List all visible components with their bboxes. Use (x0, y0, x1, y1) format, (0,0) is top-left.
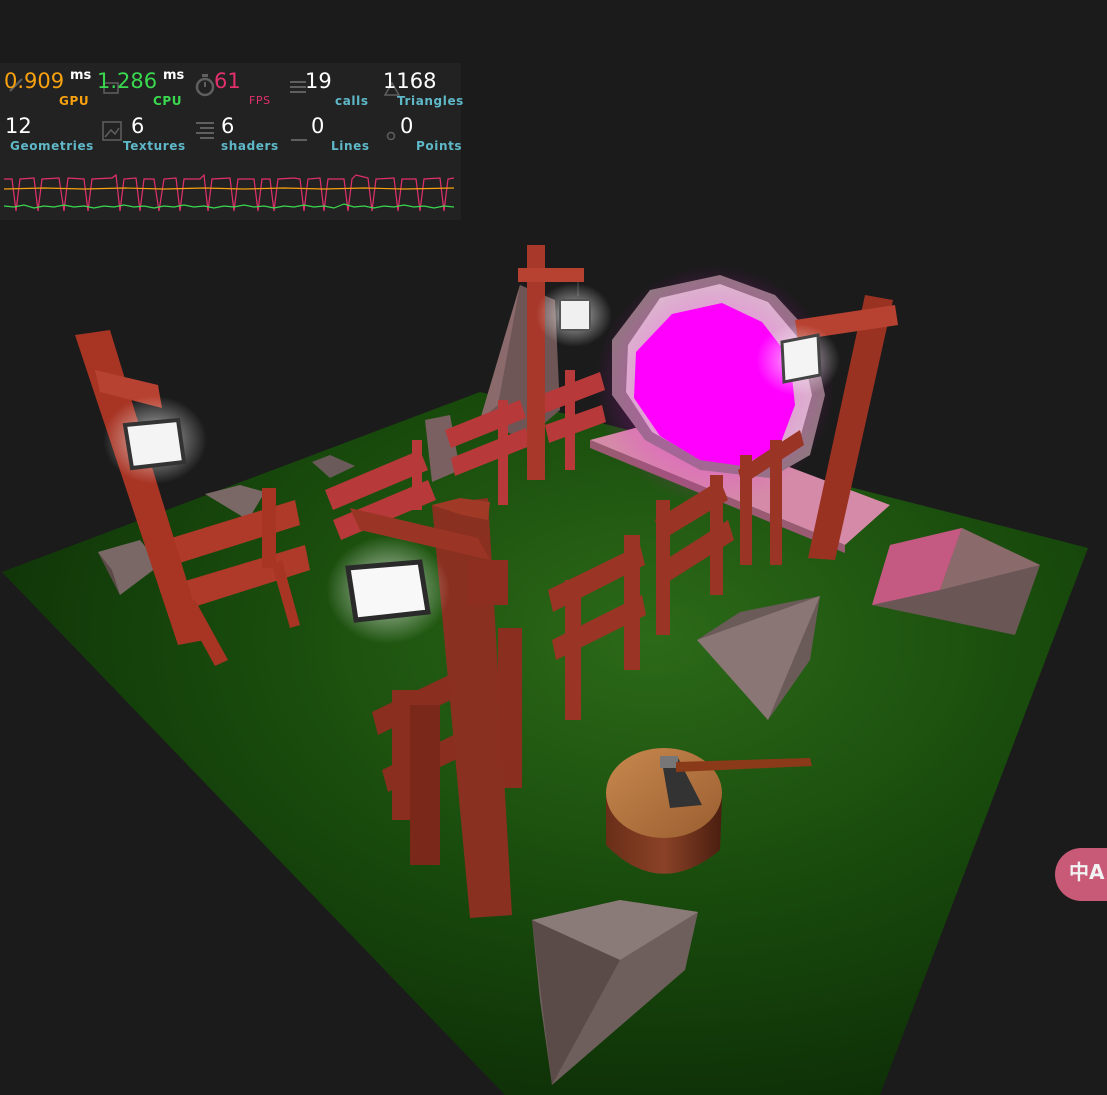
stopwatch-icon (194, 73, 216, 101)
stat-calls-label: calls (335, 94, 369, 108)
performance-stats-panel: 0.909 ms GPU 1.286 ms CPU 61 FPS 19 call… (0, 63, 464, 220)
stat-textures: 6 Textures (93, 108, 186, 153)
stat-geometries: 12 Geometries (0, 108, 94, 153)
stat-textures-label: Textures (123, 139, 186, 153)
stat-shaders-label: shaders (221, 139, 279, 153)
stat-shaders-value: 6 (221, 114, 235, 138)
stat-calls-value: 19 (305, 69, 332, 93)
line-icon (290, 127, 308, 146)
stat-points-value: 0 (400, 114, 414, 138)
stat-fps-value: 61 (214, 69, 241, 93)
stat-cpu-value: 1.286 (97, 69, 158, 93)
stat-gpu: 0.909 ms GPU (0, 63, 92, 108)
point-icon (386, 126, 396, 145)
game-viewport[interactable]: 0.909 ms GPU 1.286 ms CPU 61 FPS 19 call… (0, 0, 1107, 1095)
gpu-graph-line (4, 187, 454, 190)
shader-icon (194, 120, 216, 146)
translate-button[interactable]: 中A (1055, 848, 1107, 901)
stat-gpu-unit: ms (70, 68, 92, 83)
stat-lines-value: 0 (311, 114, 325, 138)
stat-geometries-label: Geometries (10, 139, 94, 153)
stat-points: 0 Points (378, 108, 463, 153)
stat-textures-value: 6 (131, 114, 145, 138)
stat-triangles-label: Triangles (397, 94, 464, 108)
stat-points-label: Points (416, 139, 463, 153)
stat-fps-label: FPS (249, 94, 271, 107)
stat-gpu-label: GPU (59, 94, 90, 108)
translate-icon: 中A (1069, 860, 1105, 884)
texture-icon (102, 121, 122, 145)
stat-triangles: 1168 Triangles (378, 63, 464, 108)
stat-cpu: 1.286 ms CPU (93, 63, 185, 108)
stat-lines-label: Lines (331, 139, 370, 153)
stat-triangles-value: 1168 (383, 69, 437, 93)
stat-lines: 0 Lines (286, 108, 378, 153)
stat-gpu-value: 0.909 (4, 69, 65, 93)
stat-geometries-value: 12 (5, 114, 32, 138)
stat-calls: 19 calls (286, 63, 378, 108)
performance-graph (4, 173, 454, 215)
stat-cpu-label: CPU (153, 94, 183, 108)
stat-shaders: 6 shaders (192, 108, 284, 153)
stat-fps: 61 FPS (192, 63, 284, 107)
stat-cpu-unit: ms (163, 68, 185, 83)
